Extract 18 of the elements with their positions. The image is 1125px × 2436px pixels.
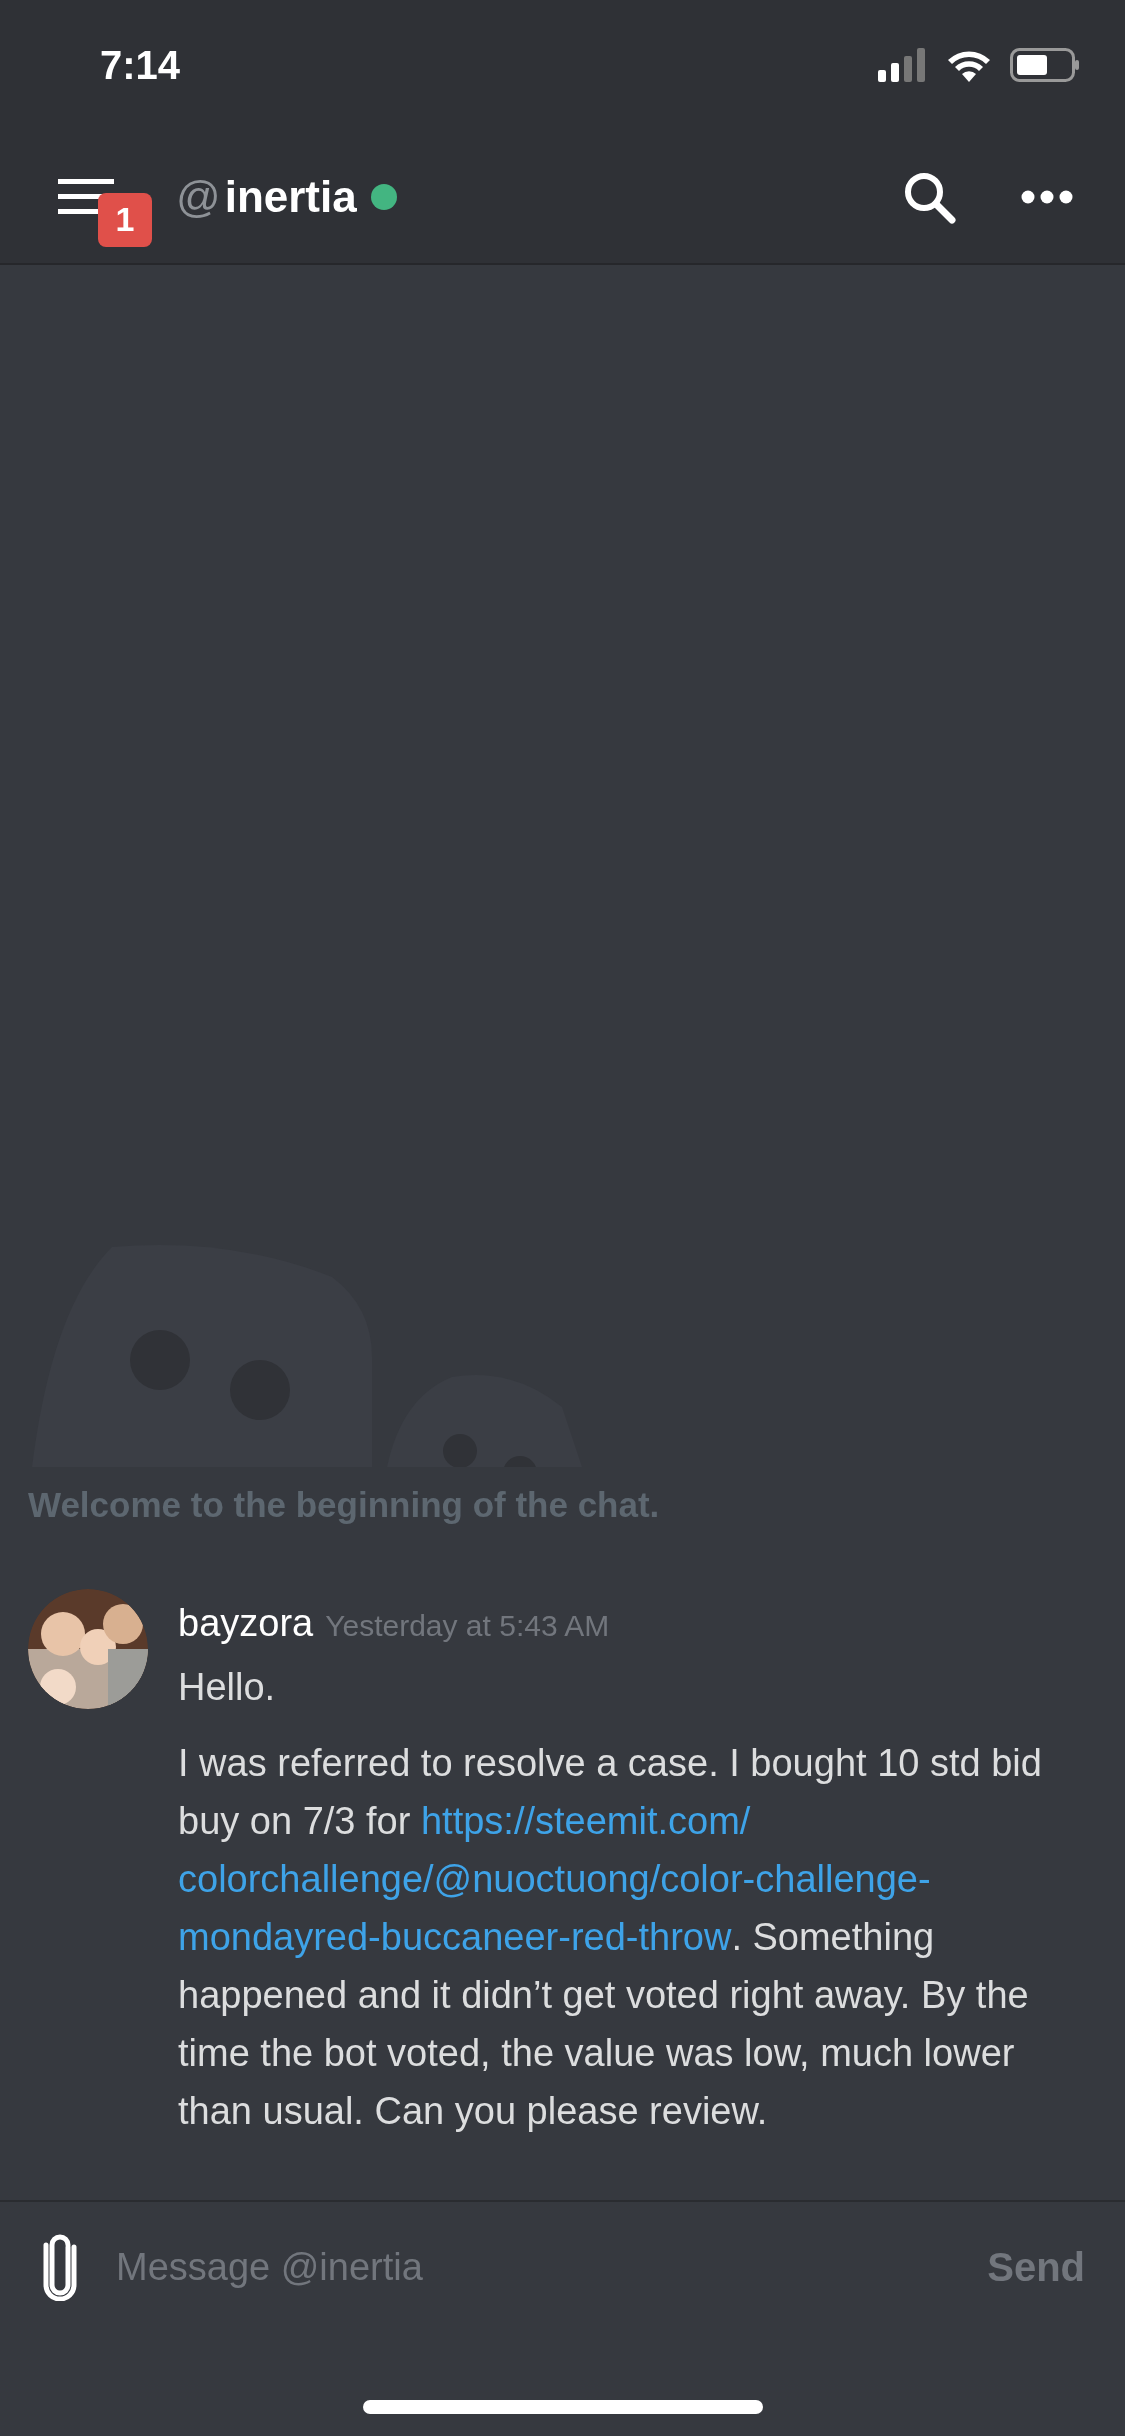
wifi-icon: [946, 48, 992, 82]
message-timestamp: Yesterday at 5:43 AM: [325, 1608, 610, 1644]
author-name[interactable]: bayzora: [178, 1595, 314, 1652]
message-text: I was referred to resolve a case. I bought 10 std bid buy on 7/3 for https://steemit.com/ colorchallenge/@nuoctuong/color-challenge- mondayred-buccaneer-red-throw. Something happened and it didn’t get voted right away. By the time the bot voted, the value was low, much lower than usual. Can you please review.: [178, 1741, 1043, 2134]
more-icon: [1021, 189, 1073, 204]
battery-icon: [1010, 48, 1080, 82]
paperclip-icon: [42, 2233, 78, 2301]
message-link[interactable]: colorchallenge/@nuoctuong/color-challenge-: [178, 1858, 931, 1900]
signal-icon: [878, 48, 928, 82]
status-time: 7:14: [100, 42, 181, 89]
send-button[interactable]: Send: [987, 2237, 1085, 2297]
message-input[interactable]: Message @inertia: [116, 2238, 988, 2296]
channel-title: inertia: [224, 170, 357, 223]
message-link[interactable]: https://steemit.com/: [420, 1800, 751, 1842]
message-link[interactable]: mondayred-buccaneer-red-throw: [178, 1916, 732, 1958]
notification-badge: 1: [98, 192, 152, 247]
channel-prefix: @: [176, 170, 221, 223]
message-text: Hello.: [178, 1665, 277, 1710]
